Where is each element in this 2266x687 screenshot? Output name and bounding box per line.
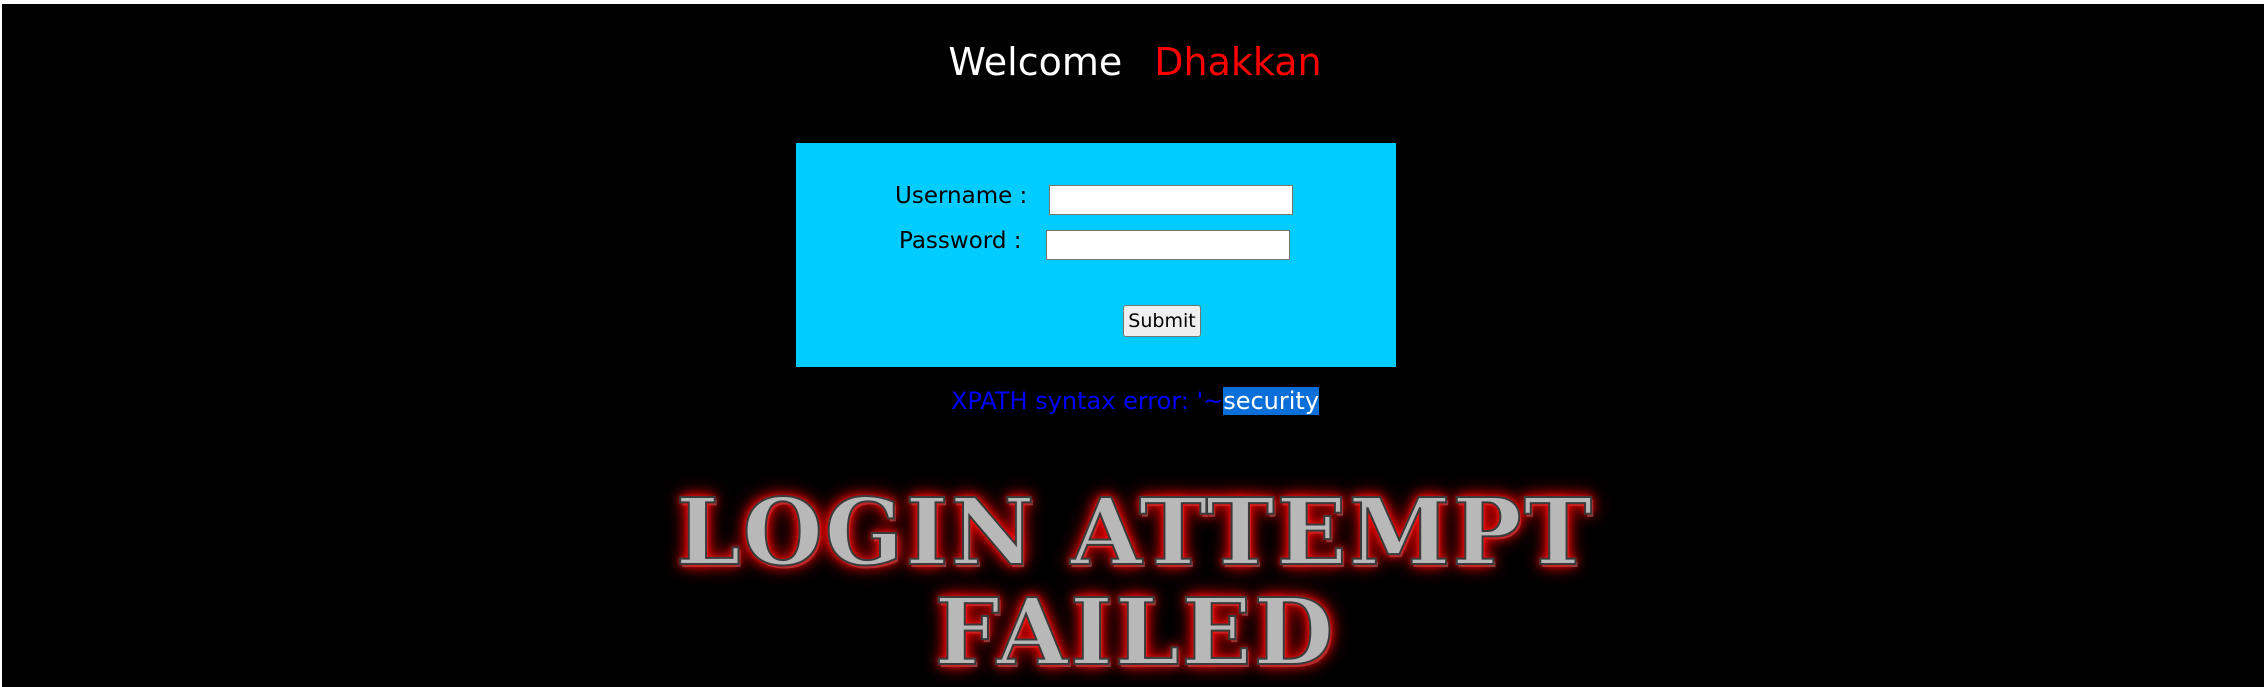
submit-button[interactable]: Submit [1123,305,1201,337]
password-label: Password : [899,228,1022,254]
password-input[interactable] [1046,230,1290,260]
error-highlighted-text: security [1223,387,1320,415]
error-prefix: XPATH syntax error: '~ [950,387,1224,415]
page-background: Welcome Dhakkan Username : Password : Sub… [0,4,2266,687]
welcome-header: Welcome Dhakkan [2,36,2266,88]
welcome-name: Dhakkan [1154,40,1322,84]
login-failed-banner-line1: LOGIN ATTEMPT [675,478,1595,586]
username-input[interactable] [1049,185,1293,215]
welcome-text: Welcome [948,40,1123,84]
login-failed-banner-line2: FAILED [934,578,1336,686]
username-label: Username : [895,183,1028,209]
error-message: XPATH syntax error: '~security [2,383,2266,419]
login-form: Username : Password : Submit [796,143,1396,367]
